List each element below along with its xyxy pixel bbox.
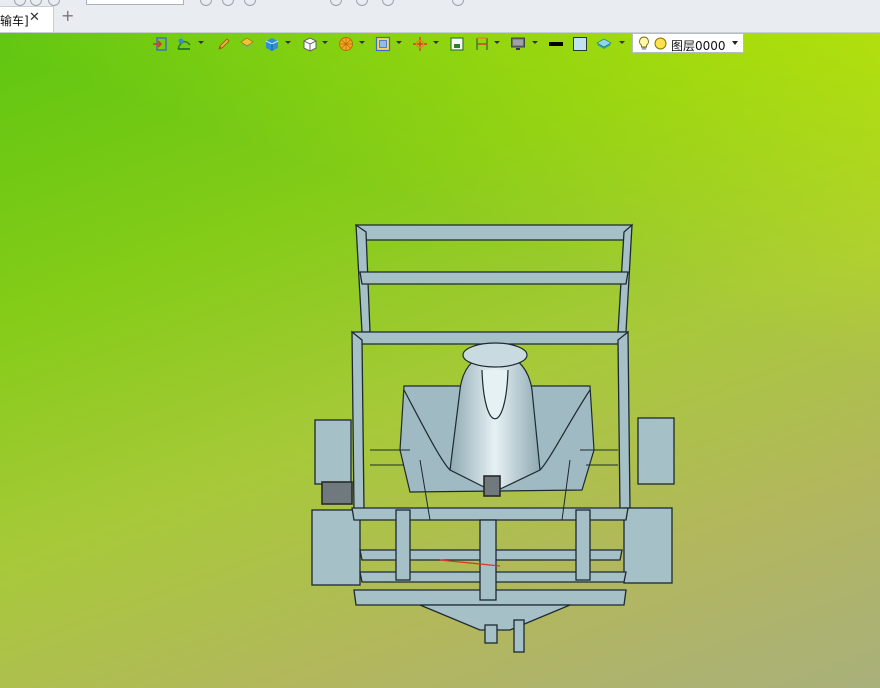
solid-filter-icon[interactable] xyxy=(239,36,255,52)
close-icon[interactable]: ✕ xyxy=(29,10,40,25)
curve-filter-dropdown[interactable] xyxy=(198,41,204,44)
quick-access-field[interactable] xyxy=(86,0,184,5)
exit-sketch-icon[interactable] xyxy=(152,36,168,52)
layer-name: 图层0000 xyxy=(671,39,726,53)
dimension-icon[interactable] xyxy=(474,36,490,52)
frame-fit-icon[interactable] xyxy=(375,36,391,52)
curve-filter-icon[interactable] xyxy=(176,36,192,52)
view-cube-dropdown[interactable] xyxy=(322,41,328,44)
layer-style-dropdown[interactable] xyxy=(619,41,625,44)
layer-style-icon[interactable] xyxy=(596,36,612,52)
pencil-icon[interactable] xyxy=(216,36,232,52)
monitor-display-icon[interactable] xyxy=(510,36,526,52)
new-tab-button[interactable]: + xyxy=(61,8,74,24)
layer-state-icon[interactable] xyxy=(654,37,667,50)
document-tab-strip: 输车] ✕ + xyxy=(0,0,880,33)
box-render-icon[interactable] xyxy=(264,36,280,52)
fill-color-icon[interactable] xyxy=(572,36,588,52)
sphere-orange-icon[interactable] xyxy=(338,36,354,52)
document-tab-label: 输车] xyxy=(0,14,29,28)
view-cube-icon[interactable] xyxy=(302,36,318,52)
frame-fit-dropdown[interactable] xyxy=(396,41,402,44)
orient-axis-icon[interactable] xyxy=(412,36,428,52)
chevron-down-icon[interactable] xyxy=(732,41,738,45)
line-color-icon[interactable] xyxy=(548,36,564,52)
quick-access-toolbar-remnant xyxy=(0,0,880,6)
section-view-icon[interactable] xyxy=(449,36,465,52)
trailer-vehicle-model[interactable] xyxy=(300,220,680,665)
monitor-display-dropdown[interactable] xyxy=(532,41,538,44)
sphere-dropdown[interactable] xyxy=(359,41,365,44)
layer-selector[interactable]: 图层0000 xyxy=(632,33,744,53)
box-render-dropdown[interactable] xyxy=(285,41,291,44)
document-tab[interactable]: 输车] ✕ xyxy=(0,6,54,32)
orient-axis-dropdown[interactable] xyxy=(433,41,439,44)
dimension-dropdown[interactable] xyxy=(494,41,500,44)
light-bulb-icon[interactable] xyxy=(638,36,650,51)
